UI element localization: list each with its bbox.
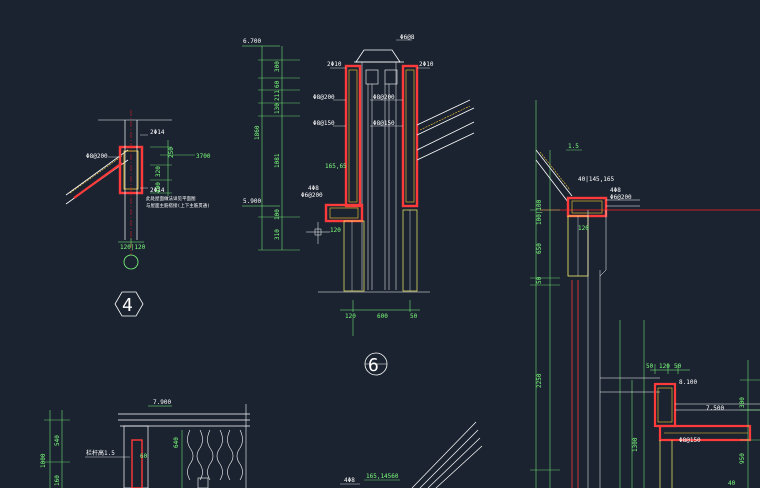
elev-7500: 7.500: [706, 405, 724, 412]
bottom-center-detail: 4Φ8 165,14560: [340, 421, 483, 488]
rdim-300: 300: [739, 397, 746, 408]
vdim-300: 300: [274, 61, 281, 72]
elev-8100: 8.100: [679, 379, 697, 386]
stirrup-right-1: Φ8@200: [373, 94, 395, 101]
vdim-1081: 1081: [274, 153, 281, 168]
dim-165: 165,65: [325, 163, 347, 170]
right-dim-120: 120: [578, 225, 589, 232]
stirrup-label: Φ8@200: [86, 153, 108, 160]
vdim-211: 211: [274, 90, 281, 101]
balustrade-elev: 7.900: [153, 399, 171, 406]
bc-tag: 4Φ8: [344, 477, 355, 484]
note-line-2: 与屋面主筋搭接(上下主筋贯通): [146, 202, 210, 209]
balustrade-elevation: 7.900 栏杆高1.5 1000 540 160 640 60: [40, 399, 250, 488]
top-elev: 6.700: [243, 38, 261, 45]
dim-400: 400: [155, 182, 162, 193]
bl-dim-640: 640: [173, 437, 180, 448]
vdim-1860: 1860: [254, 125, 261, 140]
right-section: 1.5 40|145,165 4Φ8 Φ6@200 120 100|100 65…: [530, 100, 760, 488]
bl-dim-540: 540: [54, 435, 61, 446]
detail-6-number: 6: [368, 355, 379, 376]
bc-dims: 165,14560: [366, 473, 399, 480]
balustrade-tag: 栏杆高1.5: [86, 449, 115, 457]
small-tag-2: Φ6@200: [301, 192, 323, 199]
rebar-right: 2Φ10: [419, 61, 434, 68]
dim-250: 250: [168, 147, 175, 158]
small-tag: 4Φ8: [308, 185, 319, 192]
ldim-650: 650: [536, 243, 543, 254]
stirrup-right-2: Φ8@150: [373, 120, 395, 127]
stirrup-left-1: Φ8@200: [313, 94, 335, 101]
cad-drawing-canvas: 4 Φ8@200 2Φ14 2Φ14 250 320 400 3700 此处屋面…: [0, 0, 760, 488]
mid-elev: 5.900: [243, 198, 261, 205]
ldim-2250: 2250: [536, 373, 543, 388]
bl-dim-1000: 1000: [40, 453, 47, 468]
right-tag2: Φ6@200: [610, 194, 632, 201]
ldim-1300: 1300: [632, 437, 639, 452]
vdim-130: 130: [274, 103, 281, 114]
vdim-60: 60: [274, 80, 281, 88]
top-dim: 1.5: [568, 143, 579, 150]
rebar-top-label: 2Φ14: [150, 129, 165, 136]
dims-top: 40|145,165: [578, 176, 615, 183]
tdim-50b: 50: [674, 363, 682, 370]
right-tag1: 4Φ8: [610, 187, 621, 194]
ldim-100: 100|100: [536, 199, 543, 225]
bl-dim-60: 60: [140, 453, 148, 460]
detail-4-number: 4: [122, 295, 133, 316]
cad-drawing: 4 Φ8@200 2Φ14 2Φ14 250 320 400 3700 此处屋面…: [40, 34, 760, 488]
stirrup-left-2: Φ8@150: [313, 120, 335, 127]
vdim-100: 100: [274, 209, 281, 220]
ldim-50: 50: [536, 276, 543, 284]
tdim-50a: 50: [646, 363, 654, 370]
note-line-1: 此处屋面做法详见平面图: [146, 195, 196, 202]
dim-bottom: 120|120: [120, 244, 146, 251]
dim-120-center: 120: [330, 227, 341, 234]
rdim-950: 950: [739, 453, 746, 464]
side-tag: 3700: [196, 153, 211, 160]
bdim-50: 50: [410, 313, 418, 320]
rdim-40: 40: [728, 480, 736, 487]
tdim-120: 120: [659, 363, 670, 370]
bl-dim-160: 160: [54, 475, 61, 486]
bdim-600: 600: [377, 313, 388, 320]
rebar-left: 2Φ10: [327, 61, 342, 68]
right-tag3: Φ8@150: [679, 437, 701, 444]
bdim-120: 120: [345, 313, 356, 320]
vdim-310: 310: [274, 229, 281, 240]
detail-6: 6.700 5.900 300 60 211 130 1860 1081 100…: [242, 34, 475, 376]
dim-320: 320: [155, 166, 162, 177]
tag-top: Φ6@8: [400, 34, 415, 41]
detail-4: 4 Φ8@200 2Φ14 2Φ14 250 320 400 3700 此处屋面…: [65, 110, 211, 317]
axis-bubble-4: [123, 254, 139, 270]
